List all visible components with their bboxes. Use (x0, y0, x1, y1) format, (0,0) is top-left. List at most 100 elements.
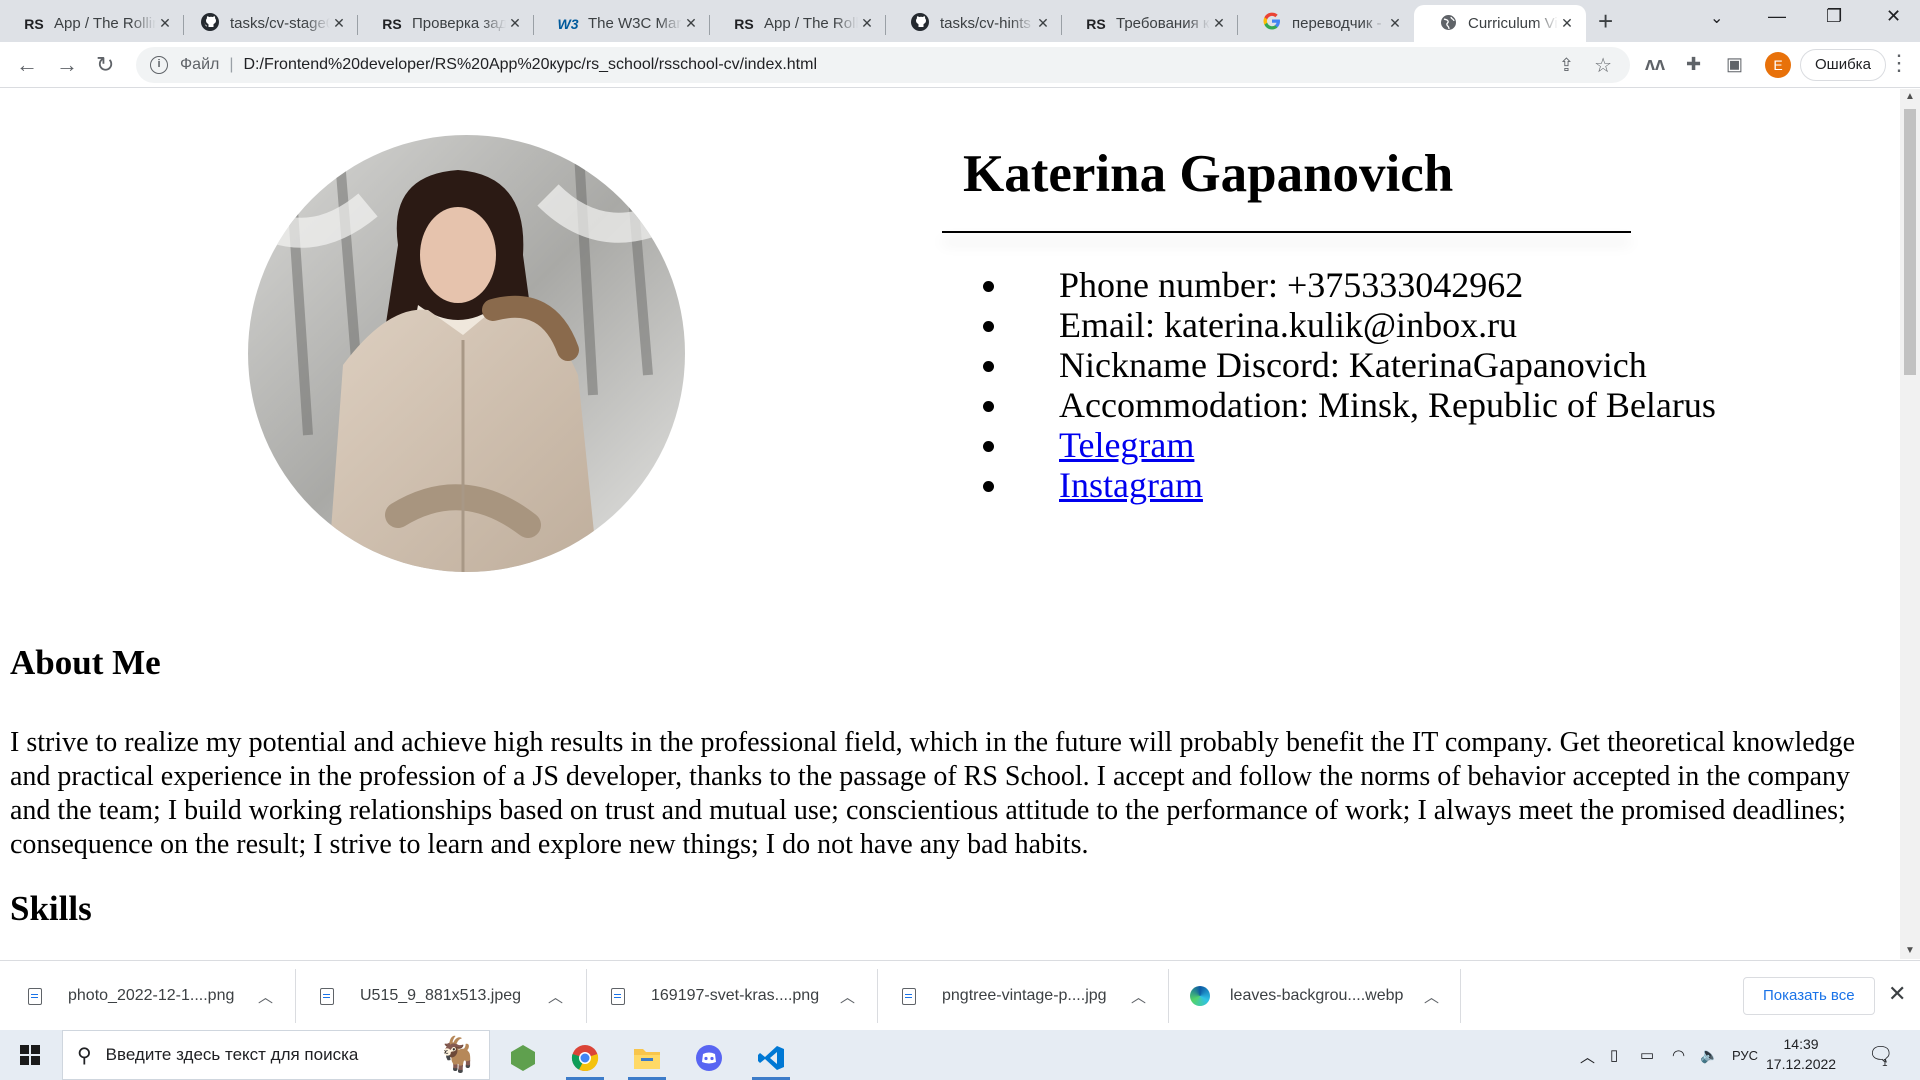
github-icon (198, 12, 222, 35)
browser-toolbar: ← → ↻ i Файл | D:/Frontend%20developer/R… (0, 42, 1920, 88)
chevron-up-icon[interactable]: ︿ (1131, 986, 1146, 1007)
instagram-link[interactable]: Instagram (1059, 465, 1203, 505)
language-indicator[interactable]: РУС (1732, 1048, 1758, 1063)
divider (295, 969, 296, 1023)
scroll-down-icon[interactable]: ▼ (1905, 945, 1915, 956)
tab-github-cv-stage[interactable]: tasks/cv-stage0 ✕ (184, 5, 358, 42)
close-icon[interactable]: ✕ (1888, 981, 1906, 1007)
show-all-button[interactable]: Показать все (1743, 977, 1875, 1015)
tab-rs-app[interactable]: RS App / The Rolling Scopes School ✕ (0, 5, 184, 42)
url-text[interactable]: D:/Frontend%20developer/RS%20App%20курс/… (244, 56, 818, 74)
download-item[interactable]: pngtree-vintage-p....jpg ︿ (902, 961, 1154, 1031)
rs-icon: RS (734, 15, 754, 32)
back-arrow-icon[interactable]: ← (16, 52, 38, 78)
taskbar: ⚲ Введите здесь текст для поиска 🐐 ︿ ▯ ▭… (0, 1030, 1920, 1080)
notification-icon[interactable]: 🗨 (1868, 1042, 1893, 1067)
window-close-icon[interactable]: ✕ (1886, 6, 1901, 27)
close-icon[interactable]: ✕ (858, 15, 876, 32)
restore-icon[interactable]: ❐ (1826, 6, 1842, 27)
profile-avatar[interactable]: E (1765, 52, 1791, 78)
telegram-link[interactable]: Telegram (1059, 425, 1194, 465)
download-item[interactable]: photo_2022-12-1....png ︿ (28, 961, 280, 1031)
download-filename: U515_9_881x513.jpeg (360, 987, 522, 1004)
cv-name: Katerina Gapanovich (963, 145, 1454, 203)
file-icon (611, 987, 625, 1005)
new-tab-plus-icon[interactable]: + (1598, 6, 1613, 37)
notification-count: 1 (1882, 1058, 1888, 1069)
file-icon (28, 987, 42, 1005)
scrollbar-thumb[interactable] (1904, 109, 1916, 375)
close-icon[interactable]: ✕ (1558, 15, 1576, 32)
globe-icon (1436, 14, 1460, 34)
page-content: Katerina Gapanovich Phone number: +37533… (0, 89, 1900, 959)
file-icon (320, 987, 334, 1005)
battery-icon[interactable]: ▭ (1640, 1046, 1654, 1064)
close-icon[interactable]: ✕ (1210, 15, 1228, 32)
tray-device-icon[interactable]: ▯ (1610, 1046, 1618, 1064)
download-item[interactable]: U515_9_881x513.jpeg ︿ (320, 961, 572, 1031)
file-explorer-icon[interactable] (624, 1036, 670, 1080)
volume-icon[interactable]: 🔈 (1700, 1046, 1719, 1064)
divider (1168, 969, 1169, 1023)
info-icon[interactable]: i (150, 56, 168, 74)
close-icon[interactable]: ✕ (156, 15, 174, 32)
forward-arrow-icon[interactable]: → (56, 52, 78, 78)
wifi-icon[interactable]: ◠ (1672, 1046, 1685, 1064)
tab-title: переводчик - Поиск в Google (1292, 15, 1386, 32)
contact-discord: Nickname Discord: KaterinaGapanovich (1011, 345, 1716, 385)
file-icon (902, 987, 916, 1005)
extension-a-icon[interactable]: ʌʌ (1645, 54, 1665, 75)
reload-icon[interactable]: ↻ (96, 52, 114, 78)
contact-phone: Phone number: +375333042962 (1011, 265, 1716, 305)
close-icon[interactable]: ✕ (1386, 15, 1404, 32)
discord-app-icon[interactable] (686, 1036, 732, 1080)
edge-icon (1190, 986, 1210, 1006)
minimize-icon[interactable]: — (1768, 6, 1786, 27)
download-filename: 169197-svet-kras....png (651, 987, 820, 1004)
puzzle-extensions-icon[interactable]: ✚ (1686, 54, 1701, 75)
tab-google-translate[interactable]: переводчик - Поиск в Google ✕ (1238, 5, 1414, 42)
divider (877, 969, 878, 1023)
close-icon[interactable]: ✕ (1034, 15, 1052, 32)
search-icon: ⚲ (77, 1044, 92, 1067)
clock-time: 14:39 (1783, 1036, 1819, 1052)
kebab-menu-icon[interactable]: ⋮ (1888, 50, 1910, 76)
tab-rs-app-2[interactable]: RS App / The Rolling Scopes School ✕ (710, 5, 886, 42)
tab-w3c-validator[interactable]: W3 The W3C Markup Validation Service ✕ (534, 5, 710, 42)
star-bookmark-icon[interactable]: ☆ (1594, 53, 1612, 78)
download-item[interactable]: leaves-backgrou....webp ︿ (1190, 961, 1450, 1031)
node-app-icon[interactable] (500, 1036, 546, 1080)
download-item[interactable]: 169197-svet-kras....png ︿ (611, 961, 863, 1031)
tray-chevron-up-icon[interactable]: ︿ (1580, 1046, 1595, 1067)
chevron-up-icon[interactable]: ︿ (548, 986, 563, 1007)
contact-instagram-item: Instagram (1011, 465, 1716, 505)
taskbar-search-box[interactable]: ⚲ Введите здесь текст для поиска 🐐 (62, 1030, 490, 1080)
error-button[interactable]: Ошибка (1800, 49, 1886, 81)
chevron-up-icon[interactable]: ︿ (258, 986, 273, 1007)
tab-rs-requirements[interactable]: RS Требования к CV ✕ (1062, 5, 1238, 42)
address-bar[interactable]: i Файл | D:/Frontend%20developer/RS%20Ap… (136, 47, 1630, 83)
share-icon[interactable]: ⇪ (1559, 55, 1574, 76)
tab-rs-review[interactable]: RS Проверка заданий ✕ (358, 5, 534, 42)
tab-title: tasks/cv-stage0 (230, 15, 330, 32)
windows-start-icon[interactable] (20, 1045, 40, 1065)
clock[interactable]: 14:39 17.12.2022 (1766, 1034, 1836, 1074)
close-icon[interactable]: ✕ (682, 15, 700, 32)
chrome-app-icon[interactable] (562, 1036, 608, 1080)
tab-github-cv-hints[interactable]: tasks/cv-hints ✕ (886, 5, 1062, 42)
page-scrollbar[interactable]: ▲ ▼ (1900, 89, 1920, 959)
chevron-up-icon[interactable]: ︿ (840, 986, 855, 1007)
rs-icon: RS (24, 15, 44, 32)
github-icon (908, 12, 932, 35)
close-icon[interactable]: ✕ (330, 15, 348, 32)
tab-title: App / The Rolling Scopes School (54, 15, 156, 32)
tab-search-chevron-icon[interactable]: ⌄ (1710, 8, 1723, 28)
tab-curriculum-vitae[interactable]: Curriculum Vitae ✕ (1414, 5, 1586, 42)
vscode-app-icon[interactable] (748, 1036, 794, 1080)
close-icon[interactable]: ✕ (506, 15, 524, 32)
tab-title: Curriculum Vitae (1468, 15, 1558, 32)
google-icon (1260, 12, 1284, 35)
side-panel-icon[interactable]: ▣ (1726, 54, 1743, 75)
chevron-up-icon[interactable]: ︿ (1424, 986, 1439, 1007)
scroll-up-icon[interactable]: ▲ (1905, 91, 1915, 102)
